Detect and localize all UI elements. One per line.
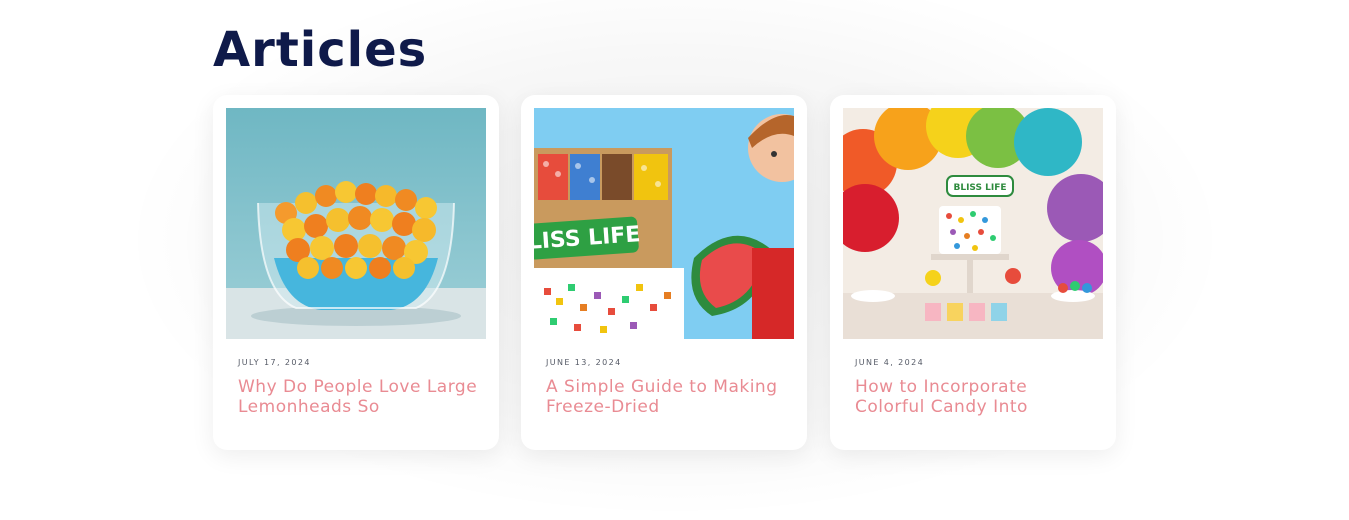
article-image-lemonheads[interactable] <box>226 108 486 339</box>
articles-section: Articles JULY 17, 2024 Why Do People Lov… <box>213 0 1116 471</box>
article-date: JUNE 13, 2024 <box>546 358 622 367</box>
article-image-party[interactable]: BLISS LIFE <box>843 108 1103 339</box>
article-card[interactable]: JULY 17, 2024 Why Do People Love Large L… <box>213 95 499 450</box>
section-title: Articles <box>213 22 428 78</box>
article-title[interactable]: How to Incorporate Colorful Candy Into <box>855 377 1095 417</box>
article-title[interactable]: A Simple Guide to Making Freeze-Dried <box>546 377 786 417</box>
article-card[interactable]: BLISS LIFE JUNE 4, 2024 How to Incorpora… <box>830 95 1116 450</box>
article-image-freeze-dried[interactable]: LISS LIFE <box>534 108 794 339</box>
article-date: JULY 17, 2024 <box>238 358 311 367</box>
article-date: JUNE 4, 2024 <box>855 358 925 367</box>
article-title[interactable]: Why Do People Love Large Lemonheads So <box>238 377 478 417</box>
banner-text: BLISS LIFE <box>953 183 1006 193</box>
article-card[interactable]: LISS LIFE JUNE 13, 2024 A Simple Guide t… <box>521 95 807 450</box>
